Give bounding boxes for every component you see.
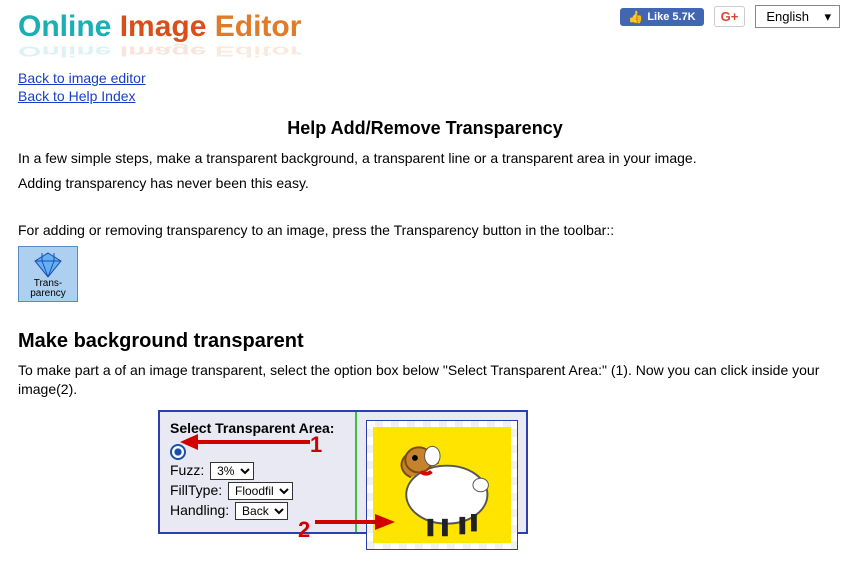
fuzz-label: Fuzz: bbox=[170, 462, 204, 478]
site-logo: Online Image Editor bbox=[18, 10, 832, 44]
step-1-label: 1 bbox=[310, 432, 322, 458]
section-heading: Make background transparent bbox=[18, 330, 832, 353]
fuzz-select[interactable]: 3% bbox=[210, 462, 254, 480]
handling-select[interactable]: Back bbox=[235, 502, 288, 520]
intro-text-1: In a few simple steps, make a transparen… bbox=[18, 149, 832, 168]
filltype-label: FillType: bbox=[170, 482, 222, 498]
intro-text-2: Adding transparency has never been this … bbox=[18, 174, 832, 193]
panel-divider bbox=[355, 412, 357, 531]
page-title: Help Add/Remove Transparency bbox=[18, 118, 832, 139]
transparency-panel: Select Transparent Area: Fuzz: 3% FillTy… bbox=[158, 410, 528, 533]
step-2-label: 2 bbox=[298, 517, 310, 543]
filltype-select[interactable]: Floodfil bbox=[228, 482, 293, 500]
select-area-radio[interactable] bbox=[170, 444, 186, 460]
image-preview-frame[interactable] bbox=[366, 420, 518, 550]
instruction-text: For adding or removing transparency to a… bbox=[18, 221, 832, 240]
section-text: To make part a of an image transparent, … bbox=[18, 361, 832, 399]
site-logo-reflection: Online Image Editor bbox=[18, 43, 832, 60]
transparency-tool-button[interactable]: Trans- parency bbox=[18, 246, 78, 302]
back-to-help-link[interactable]: Back to Help Index bbox=[18, 88, 832, 104]
back-to-editor-link[interactable]: Back to image editor bbox=[18, 70, 832, 86]
preview-background bbox=[373, 427, 511, 543]
diamond-icon bbox=[31, 251, 65, 279]
sheep-icon bbox=[373, 427, 511, 543]
tool-label: Trans- parency bbox=[21, 279, 75, 299]
handling-label: Handling: bbox=[170, 502, 229, 518]
